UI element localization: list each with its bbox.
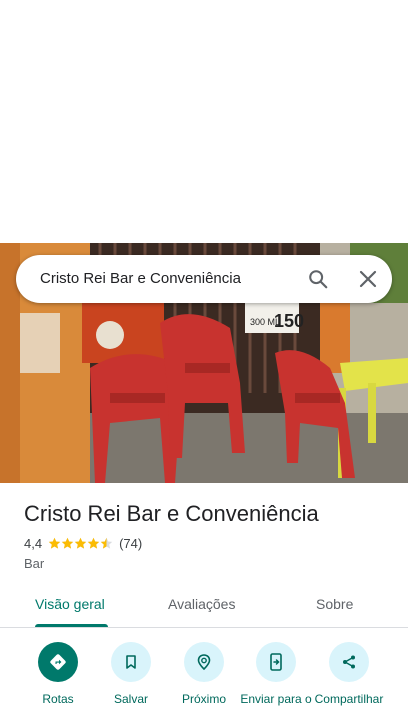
nearby-label: Próximo bbox=[181, 692, 226, 706]
star-rating bbox=[48, 537, 113, 550]
sign-price-text: 150 bbox=[274, 311, 304, 331]
map-area bbox=[0, 0, 408, 243]
active-tab-indicator bbox=[35, 624, 108, 627]
directions-icon bbox=[38, 642, 78, 682]
place-title: Cristo Rei Bar e Conveniência bbox=[24, 501, 319, 526]
save-label: Salvar bbox=[113, 692, 148, 706]
rating-row[interactable]: 4,4 (74) bbox=[24, 536, 142, 551]
share-icon bbox=[329, 642, 369, 682]
search-bar[interactable]: Cristo Rei Bar e Conveniência bbox=[16, 255, 392, 303]
send-to-phone-button[interactable]: Enviar para o bbox=[240, 642, 312, 706]
star-icon bbox=[74, 537, 87, 549]
directions-button[interactable]: Rotas bbox=[22, 642, 94, 706]
send-to-phone-icon bbox=[256, 642, 296, 682]
star-icon bbox=[100, 537, 113, 549]
place-tabs: Visão geral Avaliações Sobre bbox=[0, 582, 408, 628]
search-input[interactable]: Cristo Rei Bar e Conveniência bbox=[40, 270, 241, 287]
bookmark-icon bbox=[111, 642, 151, 682]
send-to-phone-label: Enviar para o bbox=[240, 692, 312, 706]
tab-reviews[interactable]: Avaliações bbox=[168, 596, 235, 612]
place-category: Bar bbox=[24, 556, 45, 571]
share-button[interactable]: Compartilhar bbox=[313, 642, 385, 706]
star-icon bbox=[48, 537, 61, 549]
directions-label: Rotas bbox=[42, 692, 74, 706]
share-label: Compartilhar bbox=[314, 692, 384, 706]
review-count[interactable]: (74) bbox=[119, 536, 142, 551]
search-icon[interactable] bbox=[304, 265, 332, 293]
tab-overview[interactable]: Visão geral bbox=[35, 596, 105, 612]
nearby-button[interactable]: Próximo bbox=[168, 642, 240, 706]
save-button[interactable]: Salvar bbox=[95, 642, 167, 706]
action-bar: Rotas Salvar Próximo Enviar para o Compa… bbox=[0, 640, 408, 726]
star-icon bbox=[61, 537, 74, 549]
star-icon bbox=[87, 537, 100, 549]
close-icon[interactable] bbox=[354, 265, 382, 293]
tab-about[interactable]: Sobre bbox=[316, 596, 353, 612]
nearby-icon bbox=[184, 642, 224, 682]
rating-value: 4,4 bbox=[24, 536, 43, 551]
